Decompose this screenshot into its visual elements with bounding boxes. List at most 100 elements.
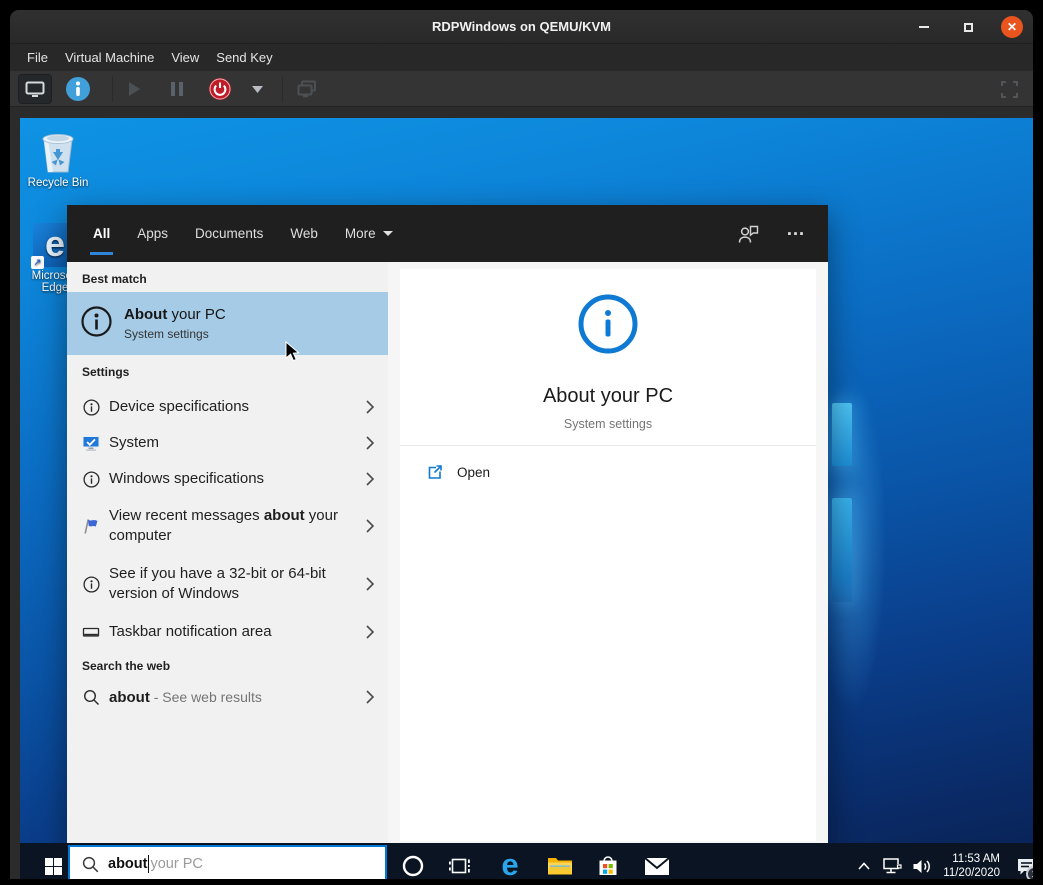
shutdown-menu-button[interactable] (246, 74, 268, 104)
search-tabs-header: All Apps Documents Web More (67, 205, 828, 262)
tab-all[interactable]: All (93, 222, 110, 245)
file-explorer-icon (547, 855, 573, 877)
notification-badge: 1 (1026, 866, 1033, 879)
taskbar-icon (82, 623, 100, 641)
cortana-button[interactable] (393, 843, 433, 879)
edge-icon: e (501, 849, 518, 880)
network-icon (881, 857, 903, 875)
clock-date: 11/20/2020 (943, 866, 1000, 879)
tab-documents[interactable]: Documents (195, 222, 263, 245)
menu-send-key[interactable]: Send Key (215, 48, 273, 67)
desktop-icon-recycle-bin[interactable]: Recycle Bin (20, 128, 96, 189)
settings-item-device-specifications[interactable]: Device specifications (67, 389, 388, 425)
menubar: File Virtual Machine View Send Key (10, 44, 1033, 71)
toolbar-separator (112, 76, 113, 102)
taskbar-file-explorer-button[interactable] (540, 843, 580, 879)
settings-item-system[interactable]: System (67, 425, 388, 461)
fullscreen-icon (1001, 81, 1018, 98)
settings-item-windows-specifications[interactable]: Windows specifications (67, 461, 388, 497)
menu-virtual-machine[interactable]: Virtual Machine (64, 48, 155, 67)
vm-info-button[interactable] (64, 74, 92, 104)
console-button[interactable] (18, 74, 52, 104)
mail-icon (644, 857, 670, 876)
taskbar-mail-button[interactable] (637, 843, 677, 879)
taskbar-store-button[interactable] (588, 843, 628, 879)
network-status[interactable] (877, 843, 907, 879)
chevron-right-icon (366, 690, 374, 704)
pause-button[interactable] (163, 74, 191, 104)
chevron-right-icon (366, 436, 374, 450)
wallpaper-light-beam (832, 498, 852, 602)
tray-expand-button[interactable] (851, 843, 877, 879)
shutdown-button[interactable] (206, 74, 234, 104)
run-button[interactable] (120, 74, 148, 104)
result-about-your-pc[interactable]: About your PC System settings (67, 292, 388, 355)
settings-item-32bit-64bit[interactable]: See if you have a 32-bit or 64-bit versi… (67, 555, 388, 613)
microsoft-store-icon (596, 854, 620, 878)
volume-status[interactable] (907, 843, 937, 879)
settings-item-taskbar-notification-area[interactable]: Taskbar notification area (67, 613, 388, 651)
guest-display: Recycle Bin e ↗ Microsoft Edge All Apps (20, 118, 1033, 879)
screenshot-root: RDPWindows on QEMU/KVM ✕ File Virtual Ma… (0, 0, 1043, 885)
titlebar[interactable]: RDPWindows on QEMU/KVM ✕ (10, 10, 1033, 44)
taskbar-search-input[interactable]: about your PC (68, 845, 387, 879)
search-icon (82, 689, 100, 706)
power-icon (208, 77, 232, 101)
info-circle-icon (82, 471, 100, 488)
fullscreen-button[interactable] (994, 74, 1024, 104)
play-icon (126, 81, 142, 97)
speaker-icon (912, 858, 932, 875)
chevron-right-icon (366, 577, 374, 591)
section-best-match: Best match (67, 262, 388, 292)
clock[interactable]: 11:53 AM 11/20/2020 (943, 852, 1000, 879)
section-search-the-web: Search the web (67, 651, 388, 677)
flag-icon (82, 517, 100, 535)
search-typed-text: about (108, 856, 147, 872)
cortana-icon (402, 855, 424, 877)
recycle-bin-icon (20, 128, 96, 174)
chevron-right-icon (366, 625, 374, 639)
displays-icon (297, 80, 317, 98)
result-title: About your PC (124, 306, 226, 323)
toolbar-separator (282, 76, 283, 102)
task-view-button[interactable] (440, 843, 480, 879)
monitor-icon (25, 81, 45, 98)
windows-taskbar: about your PC (20, 843, 1033, 879)
web-result-about[interactable]: about - See web results (67, 677, 388, 717)
displays-button[interactable] (292, 74, 322, 104)
feedback-icon[interactable] (737, 223, 760, 245)
text-caret (148, 855, 149, 873)
system-monitor-icon (82, 435, 100, 452)
chevron-down-icon (252, 86, 263, 93)
close-icon: ✕ (1007, 21, 1017, 33)
divider (400, 445, 816, 446)
shortcut-arrow-icon: ↗ (31, 256, 44, 269)
search-flyout: All Apps Documents Web More (67, 205, 828, 843)
tab-apps[interactable]: Apps (137, 222, 168, 245)
detail-subtitle: System settings (400, 417, 816, 431)
chevron-right-icon (366, 400, 374, 414)
close-button[interactable]: ✕ (1001, 16, 1023, 38)
clock-time: 11:53 AM (943, 852, 1000, 866)
settings-item-view-recent-messages[interactable]: View recent messages about your computer (67, 497, 388, 555)
open-external-icon (426, 464, 443, 481)
wallpaper-light-beam (832, 403, 852, 466)
tab-more[interactable]: More (345, 222, 393, 245)
chevron-up-icon (858, 862, 870, 870)
info-circle-icon (82, 576, 100, 593)
info-circle-icon (82, 399, 100, 416)
vm-viewer-window: RDPWindows on QEMU/KVM ✕ File Virtual Ma… (10, 10, 1033, 879)
action-center-button[interactable]: 1 (1009, 843, 1033, 879)
menu-file[interactable]: File (26, 48, 49, 67)
windows-logo-icon (45, 858, 62, 875)
taskbar-edge-button[interactable]: e (490, 843, 530, 879)
maximize-button[interactable] (957, 16, 979, 38)
info-icon (65, 76, 91, 102)
task-view-icon (449, 857, 471, 875)
open-action[interactable]: Open (400, 452, 816, 492)
tab-web[interactable]: Web (290, 222, 318, 245)
start-button[interactable] (33, 843, 73, 879)
minimize-button[interactable] (913, 16, 935, 38)
pause-icon (170, 81, 184, 97)
menu-view[interactable]: View (170, 48, 200, 67)
